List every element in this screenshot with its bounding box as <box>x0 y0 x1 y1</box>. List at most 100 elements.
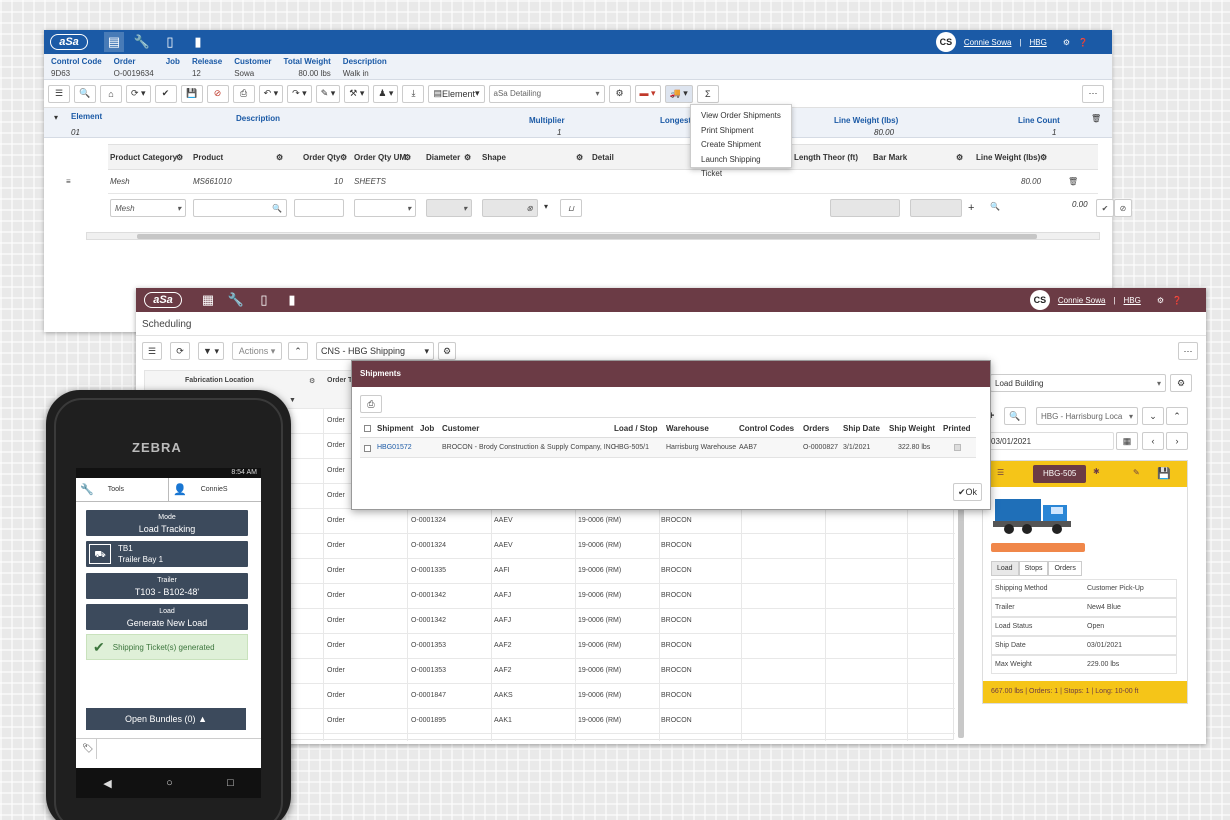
mode-button[interactable]: Mode Load Tracking <box>86 510 248 536</box>
download-button[interactable]: ⤓ <box>402 84 425 103</box>
trash-icon[interactable]: 🗑 <box>1091 114 1101 123</box>
product-category-select[interactable]: Mesh ▾ <box>110 199 186 217</box>
document-icon[interactable]: ▤ <box>104 32 124 52</box>
tab-load[interactable]: Load <box>991 561 1019 576</box>
back-icon[interactable]: ◀ <box>103 777 111 790</box>
location-link[interactable]: HBG <box>1030 38 1047 47</box>
table-row[interactable]: HBG01572 BROCON - Brody Construction & S… <box>360 438 976 458</box>
menu-item-view-order-shipments[interactable]: View Order Shipments <box>691 109 791 124</box>
tag-icon[interactable]: 🏷 <box>82 743 93 754</box>
confirm-button[interactable]: ✔ <box>1096 199 1114 217</box>
column-gear-icon[interactable]: ⚙ <box>956 153 963 162</box>
avatar[interactable]: CS <box>935 32 956 52</box>
gear-icon[interactable]: ⚙ <box>1063 38 1070 47</box>
redo-button[interactable]: ↷ ▾ <box>287 84 312 103</box>
edit-button[interactable]: ✎ ▾ <box>315 84 341 103</box>
menu-button[interactable]: ☰ <box>142 342 162 360</box>
save-button[interactable]: 💾 <box>180 84 203 103</box>
length-theor-input[interactable] <box>830 199 900 217</box>
tab-tools[interactable]: 🔧 Tools <box>76 478 168 501</box>
trailer-bay-button[interactable]: ⛟ TB1 Trailer Bay 1 <box>86 541 248 567</box>
product-input[interactable]: 🔍 <box>193 199 287 217</box>
discard-button[interactable]: ⊘ <box>1114 199 1132 217</box>
shape-dropdown-icon[interactable]: ▾ <box>544 202 548 211</box>
location-select[interactable]: CNS - HBG Shipping ▾ <box>316 342 434 360</box>
save-icon[interactable]: 💾 <box>1157 467 1171 480</box>
shape-select[interactable]: ⊗ <box>482 199 538 217</box>
settings-button[interactable]: ⚙ <box>1170 374 1192 392</box>
order-qty-input[interactable] <box>294 199 344 217</box>
horizontal-scrollbar[interactable] <box>86 232 1100 240</box>
pencil-icon[interactable]: ✎ <box>1133 468 1140 477</box>
load-button[interactable]: Load Generate New Load <box>86 604 248 630</box>
gear-icon[interactable]: ⚙ <box>1157 296 1164 305</box>
menu-item-launch-shipping-ticket[interactable]: Launch Shipping Ticket <box>691 153 791 182</box>
add-icon[interactable]: + <box>968 202 974 214</box>
tab-stops[interactable]: Stops <box>1018 561 1049 576</box>
settings-button[interactable]: ⚙ <box>608 84 631 103</box>
settings-button[interactable]: ⚙ <box>438 342 456 360</box>
table-row[interactable]: ≡ Mesh MS661010 10 SHEETS 80.00 🗑 <box>66 170 1098 194</box>
next-button[interactable]: › <box>1166 432 1188 450</box>
element-dropdown[interactable]: ▤ Element ▾ <box>428 84 485 103</box>
shipment-button[interactable]: 🚚 ▾ <box>664 84 693 103</box>
load-card[interactable]: ☰ HBG-505 ✱ ✎ 💾 Load Stops Orders Shippi… <box>982 460 1188 704</box>
cancel-button[interactable]: ⊘ <box>206 84 229 103</box>
load-id-badge[interactable]: HBG-505 <box>1033 465 1087 483</box>
file-icon[interactable]: ▯ <box>254 290 274 310</box>
trailer-button[interactable]: Trailer T103 - B102-48' <box>86 573 248 599</box>
bar-mark-input[interactable] <box>910 199 962 217</box>
column-gear-icon[interactable]: ⚙ <box>576 153 583 162</box>
undo-button[interactable]: ↶ ▾ <box>258 84 284 103</box>
order-qty-um-select[interactable]: ▾ <box>354 199 416 217</box>
detailing-select[interactable]: aSa Detailing ▾ <box>488 84 605 103</box>
shape-picker-button[interactable]: ⊔ <box>560 199 582 217</box>
prev-button[interactable]: ‹ <box>1142 432 1164 450</box>
user-name-link[interactable]: Connie Sowa <box>1058 296 1106 305</box>
location-link[interactable]: HBG <box>1124 296 1141 305</box>
collapse-up-button[interactable]: ⌃ <box>288 342 308 360</box>
drag-handle-icon[interactable]: ≡ <box>66 177 71 186</box>
avatar[interactable]: CS <box>1029 290 1050 310</box>
home-button[interactable]: ⌂ <box>100 84 122 103</box>
chart-icon[interactable]: ▮ <box>188 32 208 52</box>
chart-icon[interactable]: ▮ <box>282 290 302 310</box>
home-icon[interactable]: ○ <box>166 777 173 789</box>
column-gear-icon[interactable]: ⚙ <box>176 153 183 162</box>
location-select[interactable]: HBG - Harrisburg Loca ▾ <box>1036 407 1138 425</box>
user-name-link[interactable]: Connie Sowa <box>964 38 1012 47</box>
date-input[interactable]: 03/01/2021 <box>986 432 1114 450</box>
wrench-icon[interactable]: 🔧 <box>132 32 152 52</box>
collapse-icon[interactable]: ▾ <box>54 113 58 122</box>
refresh-button[interactable]: ⟳ ▾ <box>126 84 151 103</box>
filter-icon[interactable]: ▼ <box>289 397 296 404</box>
shipment-link[interactable]: HBG01572 <box>377 444 412 451</box>
column-gear-icon[interactable]: ⚙ <box>464 153 471 162</box>
load-building-select[interactable]: Load Building ▾ <box>990 374 1166 392</box>
row-checkbox[interactable] <box>364 445 371 452</box>
user-action-button[interactable]: ♟ ▾ <box>373 84 399 103</box>
menu-item-print-shipment[interactable]: Print Shipment <box>691 124 791 139</box>
flag-button[interactable]: ▬ ▾ <box>634 84 661 103</box>
more-button[interactable]: ⋯ <box>1178 342 1198 360</box>
select-all-checkbox[interactable] <box>364 425 371 432</box>
refresh-button[interactable]: ⟳ <box>170 342 190 360</box>
calendar-icon[interactable]: ▦ <box>198 290 218 310</box>
print-button[interactable]: ⎙ <box>360 395 382 413</box>
trash-icon[interactable]: 🗑 <box>1068 177 1078 186</box>
column-gear-icon[interactable]: ⚙ <box>309 377 315 385</box>
column-gear-icon[interactable]: ⚙ <box>276 153 283 162</box>
ok-button[interactable]: ✔ Ok <box>952 483 982 501</box>
tab-user[interactable]: 👤 ConnieS <box>168 478 261 501</box>
search-button[interactable]: 🔍 <box>74 84 96 103</box>
expand-down-button[interactable]: ⌄ <box>1142 407 1164 425</box>
column-gear-icon[interactable]: ⚙ <box>340 153 347 162</box>
calendar-button[interactable]: ▦ <box>1116 432 1138 450</box>
open-bundles-button[interactable]: Open Bundles (0) ▲ <box>86 708 246 730</box>
line-weight-input[interactable]: 0.00 <box>1072 200 1088 209</box>
list-icon[interactable]: ☰ <box>997 468 1004 477</box>
sum-button[interactable]: Σ <box>696 84 719 103</box>
recents-icon[interactable]: □ <box>227 777 234 789</box>
check-button[interactable]: ✔ <box>154 84 177 103</box>
search-button[interactable]: 🔍 <box>1004 407 1026 425</box>
